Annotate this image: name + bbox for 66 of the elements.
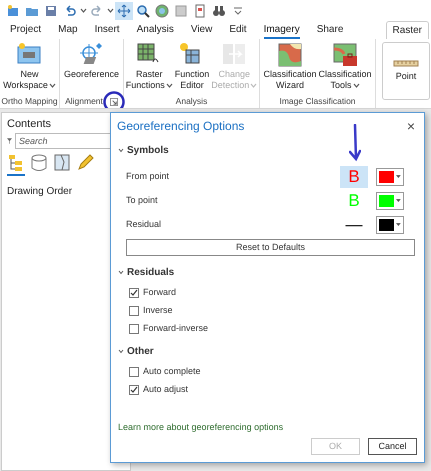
help-link[interactable]: Learn more about georeferencing options: [118, 420, 417, 434]
ribbon-tab[interactable]: Map: [58, 23, 78, 39]
checkbox-label: Forward-inverse: [143, 322, 208, 335]
symbol-label: From point: [126, 170, 170, 184]
ribbon-tab[interactable]: Edit: [229, 23, 247, 39]
cylinder-icon[interactable]: [30, 153, 48, 172]
ribbon-tab[interactable]: Share: [316, 23, 344, 39]
caret-icon: [80, 8, 87, 13]
ribbon-group-label: Ortho Mapping: [1, 95, 58, 108]
ribbon-button[interactable]: Georeference: [62, 41, 120, 80]
dialog-button[interactable]: Cancel: [368, 438, 417, 455]
ribbon-group-label: Analysis: [176, 95, 208, 108]
ribbon-group-label: Image Classification: [279, 95, 356, 108]
ribbon-tab[interactable]: Project: [10, 23, 42, 39]
ribbon-group-label: Alignment: [65, 95, 103, 108]
filter-icon[interactable]: [7, 135, 12, 147]
map-icon: [276, 41, 304, 69]
pan-icon[interactable]: [115, 2, 133, 20]
close-button[interactable]: ×: [404, 119, 418, 133]
color-picker[interactable]: [376, 192, 404, 210]
arrow-annotation: [349, 124, 361, 162]
ribbon-tab[interactable]: Raster: [386, 21, 429, 39]
map-icon[interactable]: [53, 153, 71, 172]
checkbox[interactable]: [129, 306, 139, 316]
caret-icon: [396, 199, 401, 203]
caret-icon: [396, 223, 401, 227]
ribbon-button[interactable]: Classification Tools: [318, 41, 373, 91]
chevron-icon: [118, 148, 124, 153]
caret-icon: [107, 8, 114, 13]
dialog-title: Georeferencing Options: [117, 118, 244, 135]
toolbox-map-icon: [331, 41, 360, 69]
chevron-icon: [118, 349, 124, 354]
checkbox[interactable]: [129, 288, 139, 298]
dialog-launcher-icon[interactable]: [110, 98, 118, 106]
ribbon-button[interactable]: New Workspace: [2, 41, 57, 91]
globe-icon[interactable]: [153, 2, 171, 20]
symbol-preview[interactable]: —: [340, 214, 368, 236]
ribbon-button[interactable]: Raster Functions: [124, 41, 174, 91]
point-button[interactable]: Point: [382, 42, 430, 100]
ribbon-button[interactable]: Classification Wizard: [262, 41, 318, 91]
ruler-icon: [393, 58, 419, 67]
pencil-icon[interactable]: [76, 153, 94, 172]
chevron-icon: [118, 270, 124, 275]
checkbox-label: Auto complete: [143, 364, 201, 378]
section-header[interactable]: Residuals: [118, 265, 174, 280]
symbol-label: Residual: [126, 218, 162, 232]
checkbox[interactable]: [129, 366, 139, 376]
checkbox-label: Inverse: [143, 304, 173, 317]
ribbon-tab[interactable]: Insert: [94, 23, 120, 39]
customize-dropdown-icon[interactable]: [233, 6, 243, 14]
caret-icon: [396, 175, 401, 179]
symbol-label: To point: [126, 194, 159, 208]
checkbox-label: Forward: [143, 286, 176, 299]
checkbox[interactable]: [129, 324, 139, 334]
ribbon-button[interactable]: Function Editor: [174, 41, 210, 91]
tree-icon[interactable]: [7, 153, 25, 172]
checkbox[interactable]: [129, 384, 139, 394]
ribbon-tab[interactable]: Analysis: [136, 23, 174, 39]
ribbon-tab[interactable]: View: [190, 23, 212, 39]
drawing-order-heading: Drawing Order: [7, 185, 74, 199]
reset-button[interactable]: Reset to Defaults: [126, 239, 415, 256]
color-picker[interactable]: [376, 216, 404, 234]
section-header[interactable]: Other: [118, 344, 154, 359]
circle-annotation: [102, 90, 125, 108]
color-picker[interactable]: [376, 168, 404, 186]
checkbox-label: Auto adjust: [143, 382, 188, 396]
